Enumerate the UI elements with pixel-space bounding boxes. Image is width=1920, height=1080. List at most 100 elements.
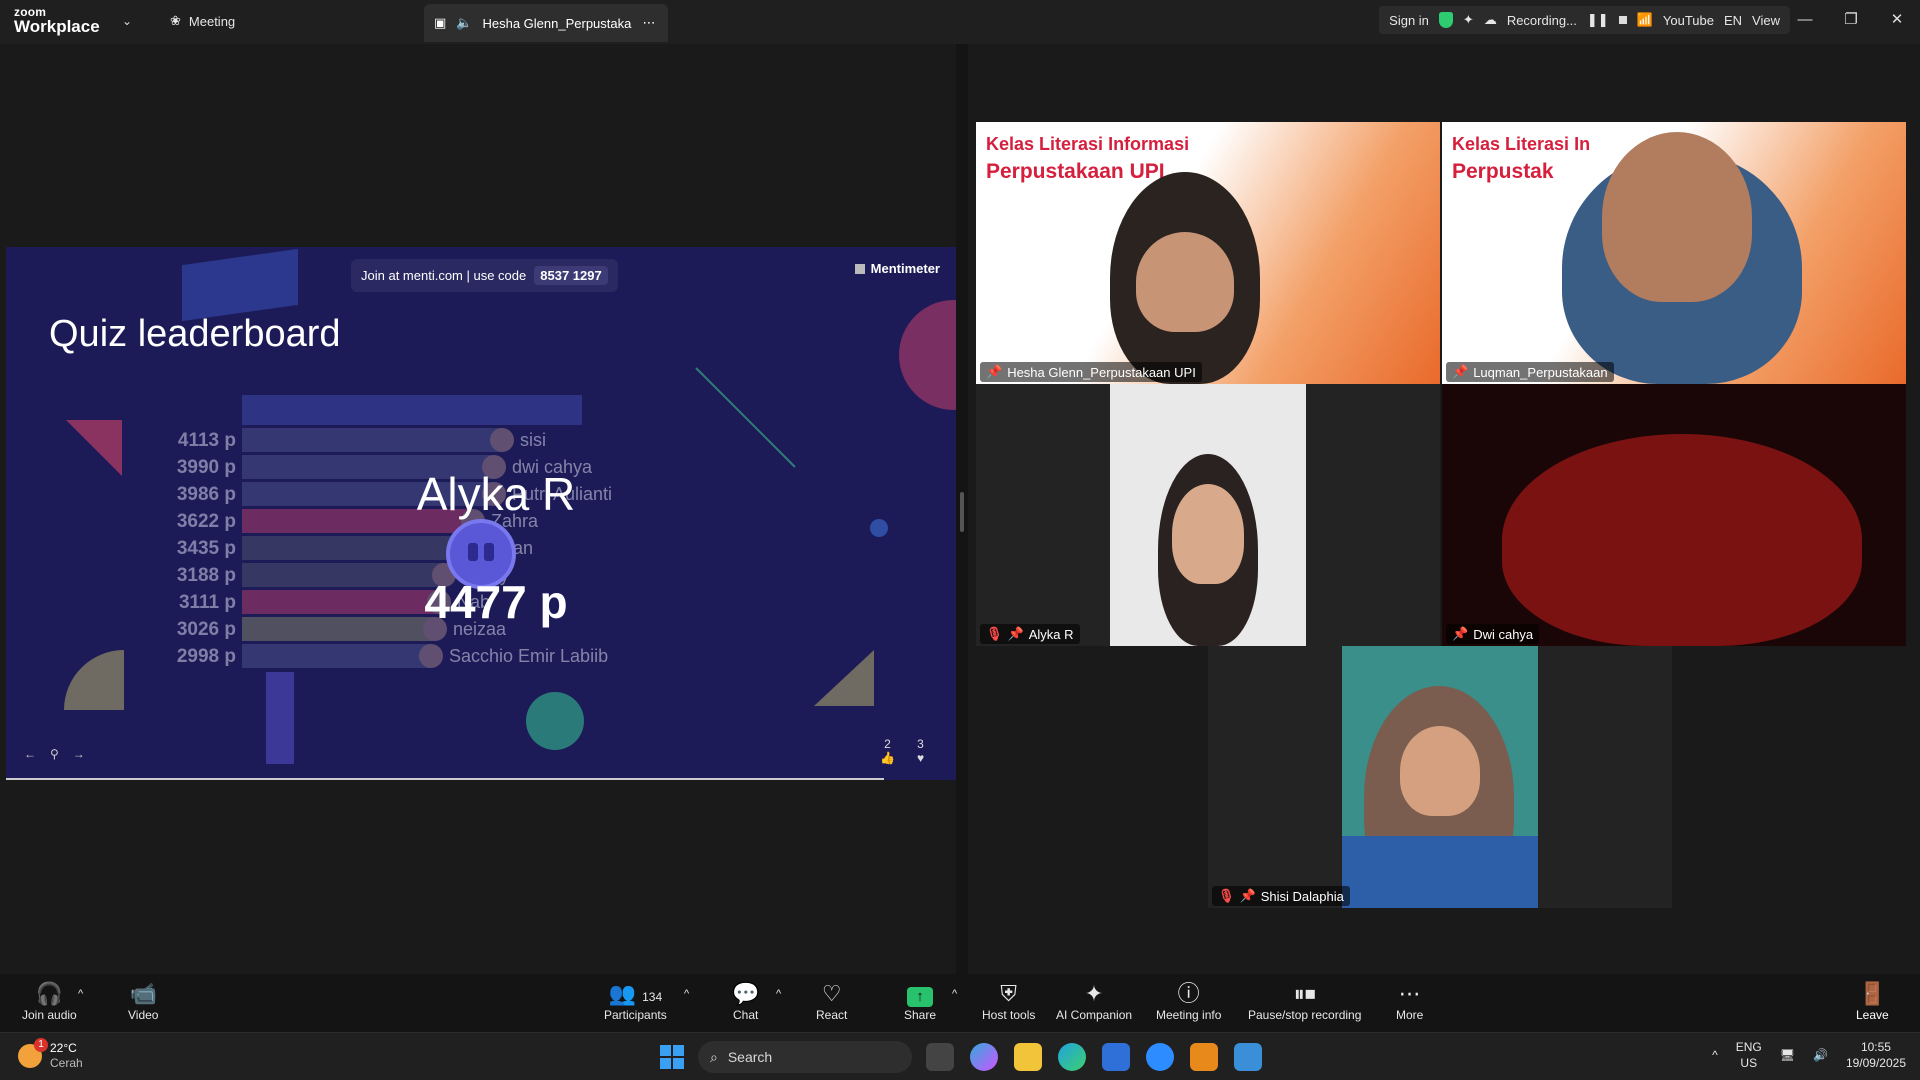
react-button[interactable]: ♡ React	[816, 982, 847, 1023]
more-button[interactable]: ⋯ More	[1396, 981, 1423, 1023]
youtube-stream-dropdown[interactable]: YouTube	[1663, 13, 1714, 28]
more-options-icon[interactable]: ⋯	[642, 15, 655, 31]
microsoft-store-icon[interactable]	[1102, 1043, 1130, 1071]
video-tile[interactable]: 📌 Dwi cahya	[1442, 384, 1906, 646]
pin-icon: 📌	[1452, 626, 1469, 641]
participant-gallery: Kelas Literasi Informasi Perpustakaan UP…	[976, 122, 1906, 908]
share-caret-icon[interactable]: ^	[952, 988, 957, 1000]
titlebar-right: Sign in ✦ ☁ Recording... ❚❚ 📶 YouTube EN…	[1379, 0, 1790, 40]
task-view-icon[interactable]	[926, 1043, 954, 1071]
edge-browser-icon[interactable]	[1058, 1043, 1086, 1071]
ai-sparkle-icon: ✦	[1084, 981, 1104, 1006]
video-tile[interactable]: Kelas Literasi In Perpustak 📌 Luqman_Per…	[1442, 122, 1906, 384]
participant-label: 📌 Dwi cahya	[1446, 624, 1540, 644]
minimize-icon[interactable]: —	[1782, 0, 1828, 40]
paw-icon: ❀	[170, 13, 181, 28]
video-button[interactable]: 📹 Video	[128, 982, 159, 1023]
divider-handle[interactable]	[960, 492, 964, 532]
pause-recording-icon[interactable]: ❚❚	[1587, 12, 1609, 28]
join-audio-button[interactable]: 🎧 Join audio	[22, 982, 77, 1023]
participants-count: 134	[642, 990, 663, 1004]
weather-temp: 22°C	[50, 1041, 77, 1055]
pause-stop-recording-button[interactable]: ⏸⏹ Pause/stop recording	[1248, 981, 1361, 1023]
background-banner-line1: Kelas Literasi In	[1452, 134, 1591, 154]
language-indicator[interactable]: EN	[1724, 13, 1742, 28]
copilot-icon[interactable]	[970, 1043, 998, 1071]
chat-caret-icon[interactable]: ^	[776, 988, 781, 1000]
participant-video	[1502, 434, 1862, 646]
notification-badge: 1	[34, 1038, 48, 1052]
participants-button[interactable]: 👥 134 Participants	[604, 982, 667, 1023]
background-banner-line2: Perpustakaan UPI	[986, 160, 1165, 183]
next-slide-icon[interactable]: →	[73, 747, 85, 761]
info-icon: ⓘ	[1177, 981, 1200, 1006]
participant-label: 🎙 📌 Shisi Dalaphia	[1212, 886, 1350, 906]
audio-options-caret-icon[interactable]: ^	[78, 988, 83, 1000]
ai-sparkle-icon[interactable]: ✦	[1463, 12, 1474, 28]
chat-label: Chat	[733, 1008, 759, 1022]
reaction-counter[interactable]: 2 👍	[880, 737, 895, 765]
reactions: 2 👍 3 ♥	[880, 737, 924, 765]
view-menu[interactable]: View	[1752, 13, 1780, 28]
notepad-icon[interactable]	[1234, 1043, 1262, 1071]
previous-slide-icon[interactable]: ←	[24, 747, 36, 761]
meeting-info-button[interactable]: ⓘ Meeting info	[1156, 981, 1222, 1023]
row-points: 3986 p	[176, 484, 236, 505]
pin-icon: 📌	[1452, 364, 1469, 379]
close-icon[interactable]: ✕	[1874, 0, 1920, 40]
video-tile[interactable]: 🎙 📌 Alyka R	[976, 384, 1440, 646]
sign-in-link[interactable]: Sign in	[1389, 13, 1429, 28]
participants-label: Participants	[604, 1008, 667, 1022]
system-clock[interactable]: 10:55 19/09/2025	[1846, 1039, 1906, 1071]
windows-start-icon[interactable]	[660, 1045, 684, 1069]
video-label: Video	[128, 1008, 159, 1022]
share-button[interactable]: ↑ Share	[904, 982, 936, 1022]
chevron-down-icon[interactable]: ⌄	[122, 14, 132, 28]
stop-recording-icon[interactable]	[1618, 16, 1627, 24]
restore-icon[interactable]: ❐	[1828, 0, 1874, 40]
participant-name: Shisi Dalaphia	[1260, 888, 1344, 904]
zoom-app-icon[interactable]	[1146, 1043, 1174, 1071]
location-pin-icon[interactable]: ⚲	[50, 747, 59, 761]
participant-face	[1136, 232, 1234, 332]
background-banner-line1: Kelas Literasi Informasi	[986, 134, 1190, 154]
meeting-info-label: Meeting info	[1156, 1008, 1222, 1022]
video-tile[interactable]: Kelas Literasi Informasi Perpustakaan UP…	[976, 122, 1440, 384]
weather-widget[interactable]: 1 22°C Cerah	[18, 1038, 83, 1071]
reaction-count: 3	[917, 737, 924, 751]
chat-button[interactable]: 💬 Chat	[732, 982, 759, 1023]
participant-label: 🎙 📌 Alyka R	[980, 624, 1080, 644]
volume-icon[interactable]: 🔊	[1813, 1048, 1828, 1062]
tray-overflow-icon[interactable]: ^	[1712, 1048, 1718, 1062]
row-points: 2998 p	[176, 646, 236, 667]
more-icon: ⋯	[1398, 981, 1421, 1006]
vlc-icon[interactable]	[1190, 1043, 1218, 1071]
taskbar-search[interactable]: ⌕ Search	[698, 1041, 912, 1073]
share-tab[interactable]: ▣ 🔈 Hesha Glenn_Perpustakaan U ⋯	[424, 4, 668, 42]
pause-stop-icon: ⏸⏹	[1293, 981, 1316, 1006]
winner-name: Alyka R	[416, 468, 576, 520]
participants-caret-icon[interactable]: ^	[684, 988, 689, 1000]
participant-name: Hesha Glenn_Perpustakaan UPI	[1007, 364, 1196, 380]
row-points: 3188 p	[176, 565, 236, 586]
row-points: 4113 p	[177, 430, 236, 451]
video-tile[interactable]: 🎙 📌 Shisi Dalaphia	[1208, 646, 1672, 908]
input-language[interactable]: ENG US	[1736, 1039, 1762, 1071]
reaction-count: 2	[884, 737, 891, 751]
split-divider[interactable]	[956, 44, 968, 974]
file-explorer-icon[interactable]	[1014, 1043, 1042, 1071]
ai-companion-button[interactable]: ✦ AI Companion	[1056, 981, 1132, 1023]
meeting-tab[interactable]: ❀ Meeting	[170, 13, 235, 29]
network-icon[interactable]: 🖥	[1780, 1048, 1795, 1062]
taskbar-apps	[926, 1043, 1262, 1071]
participant-name: Luqman_Perpustakaan	[1473, 364, 1608, 380]
lang-line1: ENG	[1735, 1040, 1762, 1054]
reaction-counter[interactable]: 3 ♥	[917, 737, 924, 765]
zoom-logo[interactable]: zoom Workplace	[14, 6, 100, 35]
leave-button[interactable]: 🚪 Leave	[1856, 982, 1889, 1023]
encryption-shield-icon[interactable]	[1438, 12, 1453, 28]
host-tools-button[interactable]: ⛨ Host tools	[982, 982, 1035, 1023]
row-points: 3622 p	[176, 511, 236, 532]
weather-desc: Cerah	[50, 1056, 83, 1070]
leaderboard-row: 2998 p Sacchio Emir Labiib	[6, 643, 956, 670]
